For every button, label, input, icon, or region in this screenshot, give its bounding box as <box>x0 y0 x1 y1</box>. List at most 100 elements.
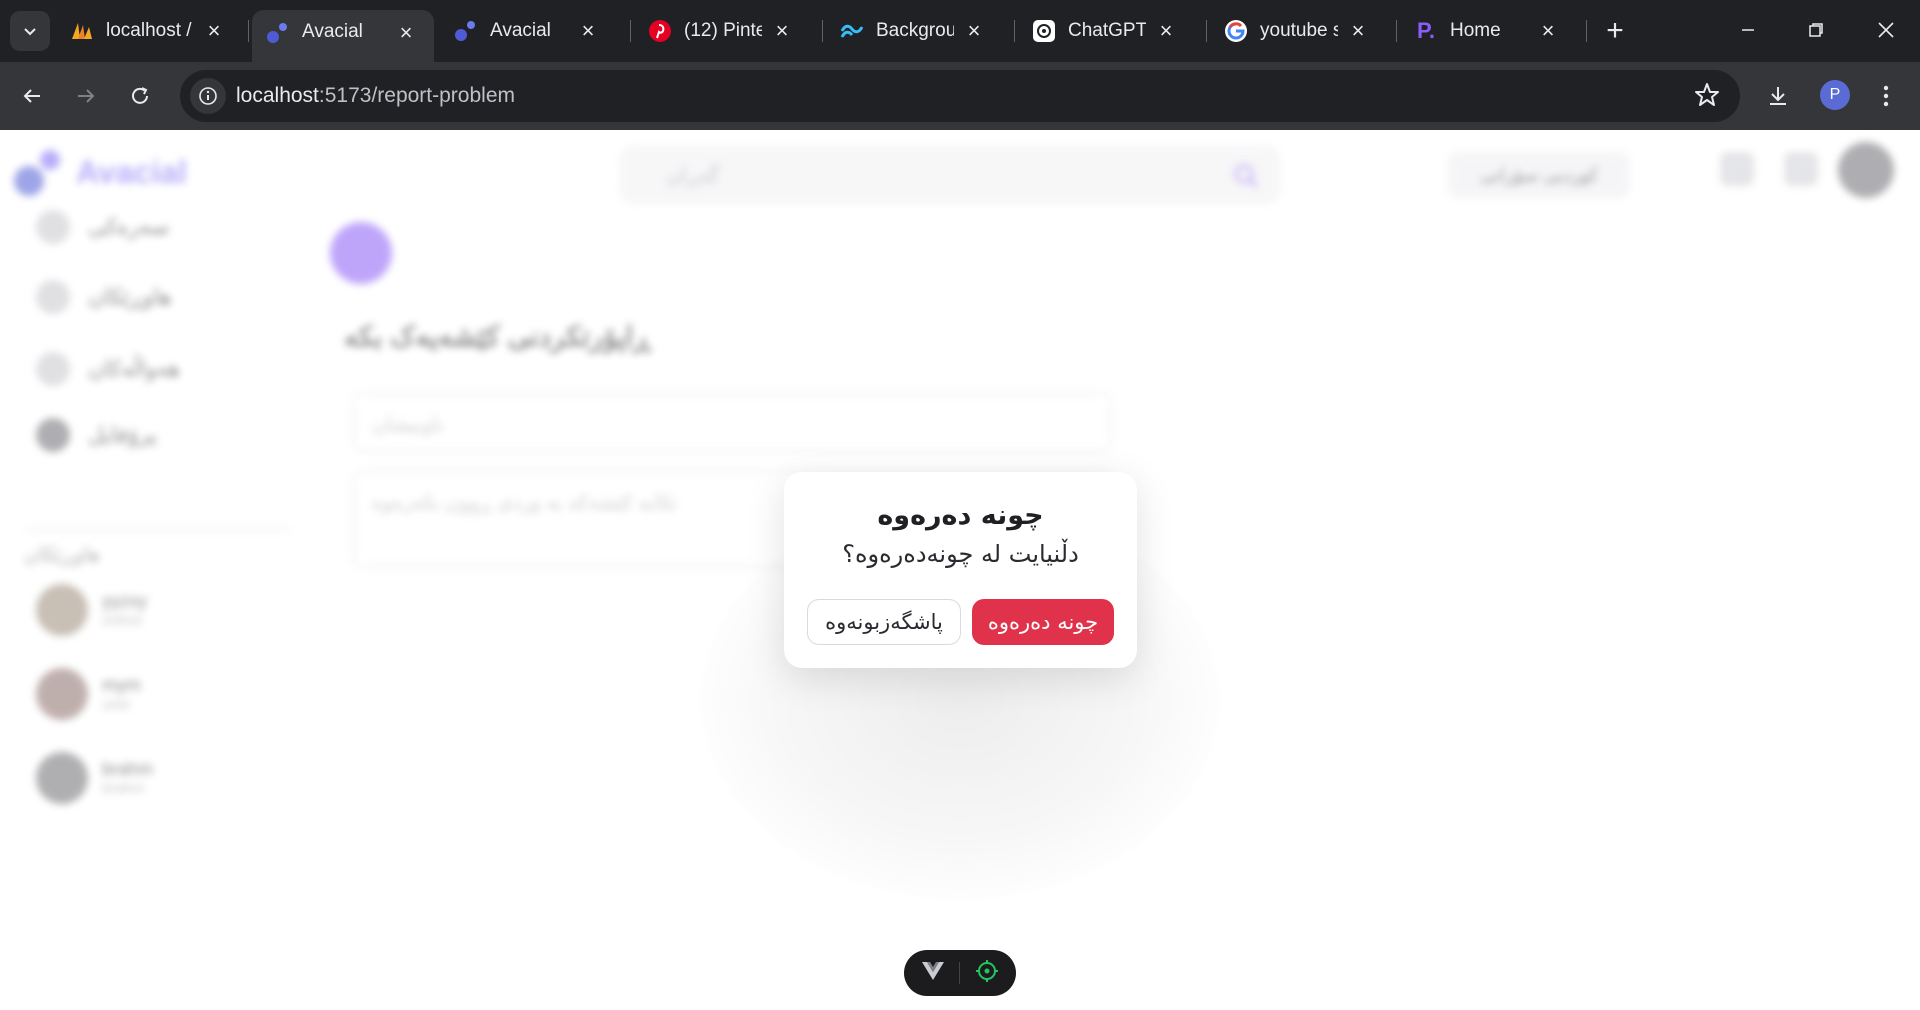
dev-toolbar-divider <box>959 962 961 984</box>
url-path: :5173/report-problem <box>318 84 515 107</box>
tab-divider <box>1206 20 1207 42</box>
inspect-button[interactable] <box>975 959 999 988</box>
tab-title: (12) Pinter <box>684 20 762 41</box>
user-avatar[interactable] <box>1838 142 1894 198</box>
close-icon[interactable]: × <box>576 18 600 43</box>
google-icon <box>1224 19 1248 43</box>
send-icon[interactable] <box>1720 152 1754 186</box>
page-viewport: Avacial گەڕان کوردیی سۆرانی سەرەکی هاوڕێ… <box>0 130 1920 1010</box>
app-search-input[interactable]: گەڕان <box>620 146 1280 204</box>
close-icon[interactable]: × <box>1154 18 1178 43</box>
confirm-logout-button[interactable]: چونە دەرەوە <box>972 599 1114 645</box>
friend-avatar <box>36 668 88 720</box>
tab-title: Avacial <box>490 20 551 41</box>
tab-divider <box>1396 20 1397 42</box>
friend-item[interactable]: brahm brahm <box>36 752 153 804</box>
info-icon <box>199 87 217 105</box>
tab-home[interactable]: P. Home × <box>1400 10 1576 52</box>
address-bar[interactable]: localhost:5173/report-problem <box>180 70 1740 122</box>
close-icon[interactable]: × <box>394 20 418 45</box>
tab-tailwind[interactable]: Backgroun × <box>826 10 1002 52</box>
crosshair-icon <box>975 959 998 982</box>
site-info-button[interactable] <box>190 78 226 114</box>
minimize-icon <box>1742 29 1754 31</box>
cancel-button[interactable]: پاشگەزبونەوە <box>807 599 961 645</box>
friend-avatar <box>36 752 88 804</box>
arrow-left-icon <box>23 89 40 103</box>
friend-sub: brahm <box>102 780 145 797</box>
avacial-logo-icon <box>14 148 62 196</box>
tailwind-icon <box>840 19 864 43</box>
tab-localhost[interactable]: localhost / × <box>56 10 242 52</box>
close-window-button[interactable] <box>1862 10 1910 50</box>
back-button[interactable] <box>12 76 52 116</box>
tab-divider <box>822 20 823 42</box>
tab-google[interactable]: youtube sl × <box>1210 10 1386 52</box>
tab-pinterest[interactable]: (12) Pinter × <box>634 10 810 52</box>
sidebar-item-home[interactable]: سەرەکی <box>36 210 169 244</box>
friend-item[interactable]: mym user <box>36 668 141 720</box>
search-icon <box>1234 164 1258 188</box>
chevron-down-icon <box>24 28 36 36</box>
back-circle-button[interactable] <box>330 222 392 284</box>
sidebar-item-friends[interactable]: هاوڕێکان <box>36 280 172 314</box>
tab-divider <box>248 20 249 42</box>
close-icon[interactable]: × <box>1346 18 1370 43</box>
report-title-input[interactable]: ناونیشان <box>352 392 1112 452</box>
phpmyadmin-icon <box>70 19 94 43</box>
top-icons <box>1720 152 1818 186</box>
tab-avacial[interactable]: Avacial × <box>440 10 616 52</box>
vue-logo-icon <box>922 961 945 980</box>
arrow-right-icon <box>78 89 95 103</box>
tab-search-button[interactable] <box>10 11 50 51</box>
vue-devtools-button[interactable] <box>921 961 945 986</box>
tab-title: localhost / <box>106 20 192 41</box>
sidebar-item-news[interactable]: هەواڵەکان <box>36 352 180 386</box>
tab-divider <box>1586 20 1587 42</box>
friend-sub: online <box>102 612 143 629</box>
profile-avatar-small <box>36 418 70 452</box>
close-icon[interactable]: × <box>962 18 986 43</box>
close-icon[interactable]: × <box>770 18 794 43</box>
sidebar-item-label: پرۆفایل <box>88 422 157 447</box>
sidebar-item-label: هاوڕێکان <box>88 284 172 309</box>
language-select[interactable]: کوردیی سۆرانی <box>1448 152 1630 198</box>
logout-confirm-dialog: چونە دەرەوە دڵنیایت لە چونەدەرەوە؟ چونە … <box>784 472 1137 668</box>
close-icon[interactable]: × <box>202 18 226 43</box>
close-icon[interactable]: × <box>1536 18 1560 43</box>
app-logo-text: Avacial <box>76 153 187 190</box>
minimize-button[interactable] <box>1724 10 1772 50</box>
friend-sub: user <box>102 696 132 713</box>
reload-button[interactable] <box>120 76 160 116</box>
tab-title: Backgroun <box>876 20 954 41</box>
app-logo[interactable]: Avacial <box>14 148 187 196</box>
tab-title: Avacial <box>302 21 363 42</box>
restore-button[interactable] <box>1792 10 1840 50</box>
tab-title: ChatGPT <box>1068 20 1146 41</box>
new-tab-button[interactable]: + <box>1598 14 1632 48</box>
browser-toolbar: localhost:5173/report-problem P <box>0 62 1920 130</box>
user-icon <box>36 280 70 314</box>
profile-avatar[interactable]: P <box>1820 80 1850 110</box>
downloads-button[interactable] <box>1758 76 1798 116</box>
tab-title: youtube sl <box>1260 20 1338 41</box>
friends-heading: هاوڕێکان <box>24 544 100 566</box>
tab-divider <box>630 20 631 42</box>
textarea-placeholder: تکایە کێشەکە بە وردی ڕوون بکەرەوە <box>372 492 678 514</box>
forward-button[interactable] <box>66 76 106 116</box>
bookmark-button[interactable] <box>1694 82 1720 113</box>
search-placeholder: گەڕان <box>666 165 719 187</box>
friend-name: brahm <box>102 759 154 779</box>
sidebar-item-profile[interactable]: پرۆفایل <box>36 418 157 452</box>
notification-icon[interactable] <box>1784 152 1818 186</box>
sidebar-divider <box>24 528 290 530</box>
reload-icon <box>132 87 148 104</box>
tab-avacial-active[interactable]: Avacial × <box>252 10 434 62</box>
home-icon <box>36 210 70 244</box>
menu-button[interactable] <box>1866 76 1906 116</box>
star-icon <box>1695 83 1719 106</box>
friend-item[interactable]: yyzxy online <box>36 584 147 636</box>
tab-chatgpt[interactable]: ChatGPT × <box>1018 10 1194 52</box>
url-host: localhost <box>236 84 319 107</box>
report-page-title: ڕاپۆرتکردنی کێشەیەک بکە <box>344 321 651 352</box>
